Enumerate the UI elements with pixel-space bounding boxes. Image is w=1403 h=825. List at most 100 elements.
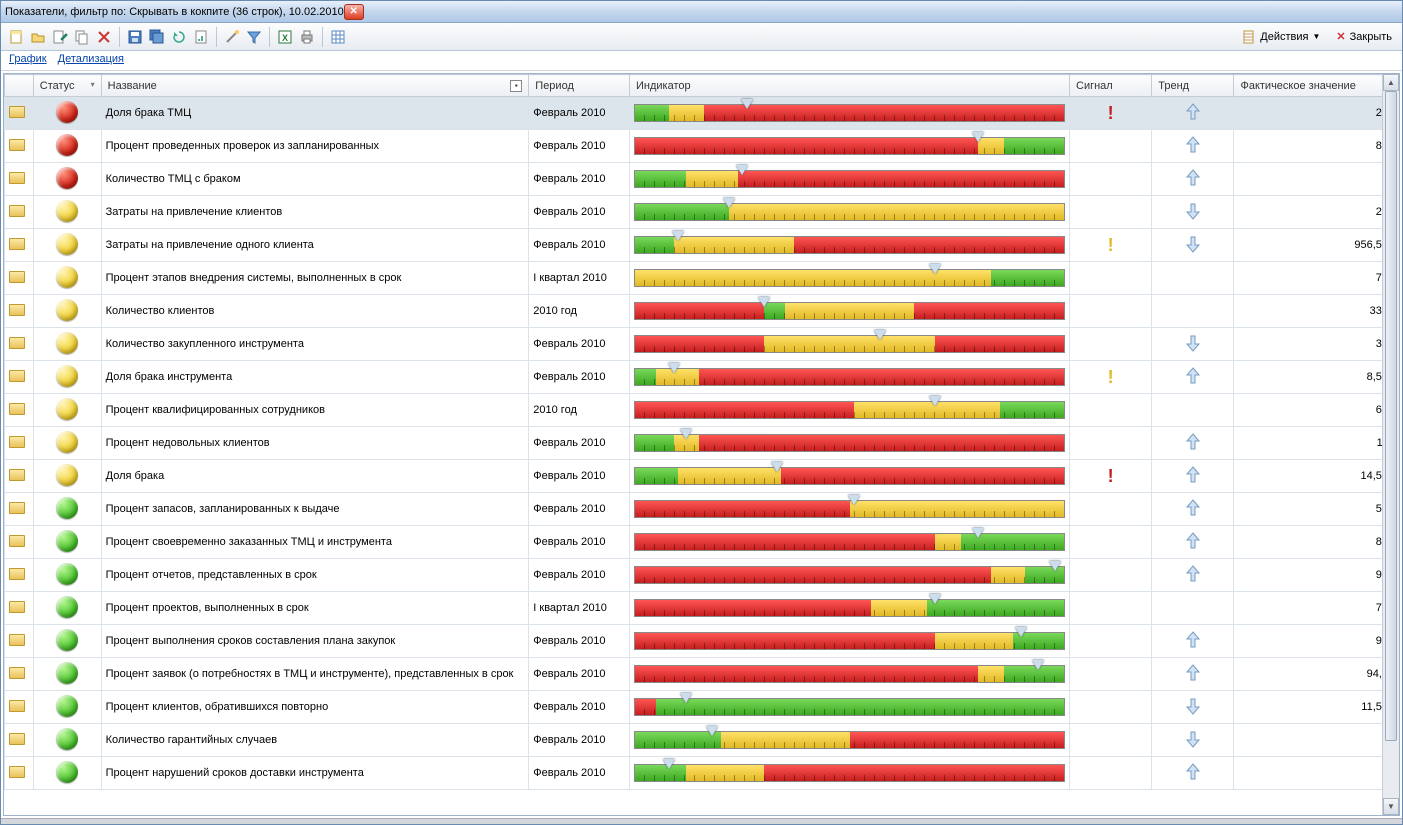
- grid-icon[interactable]: [329, 28, 347, 46]
- table-row[interactable]: Доля брака инструмента Февраль 2010 ! 8,…: [5, 361, 1399, 394]
- cell-folder[interactable]: [5, 295, 34, 328]
- cell-period: Февраль 2010: [529, 97, 630, 130]
- cell-period: Февраль 2010: [529, 625, 630, 658]
- cell-folder[interactable]: [5, 559, 34, 592]
- delete-icon[interactable]: [95, 28, 113, 46]
- table-row[interactable]: Доля брака Февраль 2010 ! 14,55: [5, 460, 1399, 493]
- folder-icon: [9, 700, 25, 712]
- close-button[interactable]: ✕ Закрыть: [1332, 28, 1396, 45]
- table-row[interactable]: Количество клиентов 2010 год 333: [5, 295, 1399, 328]
- table-row[interactable]: Доля брака ТМЦ Февраль 2010 ! 25: [5, 97, 1399, 130]
- indicator-bar: [634, 269, 1065, 287]
- cell-signal: [1070, 691, 1152, 724]
- trend-up-icon: [1185, 630, 1201, 650]
- col-folder[interactable]: [5, 75, 34, 97]
- report-icon[interactable]: [192, 28, 210, 46]
- table-row[interactable]: Процент выполнения сроков составления пл…: [5, 625, 1399, 658]
- status-yellow-icon: [56, 266, 78, 288]
- cell-status: [33, 427, 101, 460]
- cell-folder[interactable]: [5, 130, 34, 163]
- table-row[interactable]: Процент нарушений сроков доставки инстру…: [5, 757, 1399, 790]
- actions-label: Действия: [1260, 31, 1308, 43]
- open-icon[interactable]: [29, 28, 47, 46]
- cell-folder[interactable]: [5, 361, 34, 394]
- cell-name: Процент проектов, выполненных в срок: [101, 592, 529, 625]
- col-indicator[interactable]: Индикатор: [630, 75, 1070, 97]
- table-row[interactable]: Процент запасов, запланированных к выдач…: [5, 493, 1399, 526]
- status-green-icon: [56, 695, 78, 717]
- cell-folder[interactable]: [5, 724, 34, 757]
- cell-signal: [1070, 757, 1152, 790]
- new-icon[interactable]: [7, 28, 25, 46]
- cell-folder[interactable]: [5, 328, 34, 361]
- filter-icon[interactable]: [245, 28, 263, 46]
- col-value[interactable]: Фактическое значение: [1234, 75, 1399, 97]
- table-row[interactable]: Процент отчетов, представленных в срок Ф…: [5, 559, 1399, 592]
- cell-name: Процент запасов, запланированных к выдач…: [101, 493, 529, 526]
- link-chart[interactable]: График: [9, 53, 47, 65]
- table-row[interactable]: Затраты на привлечение клиентов Февраль …: [5, 196, 1399, 229]
- cell-folder[interactable]: [5, 196, 34, 229]
- copy-icon[interactable]: [73, 28, 91, 46]
- wizard-icon[interactable]: [223, 28, 241, 46]
- table-row[interactable]: Процент квалифицированных сотрудников 20…: [5, 394, 1399, 427]
- table-row[interactable]: Процент недовольных клиентов Февраль 201…: [5, 427, 1399, 460]
- indicator-bar: [634, 467, 1065, 485]
- table-row[interactable]: Количество закупленного инструмента Февр…: [5, 328, 1399, 361]
- cell-status: [33, 163, 101, 196]
- table-row[interactable]: Количество гарантийных случаев Февраль 2…: [5, 724, 1399, 757]
- print-icon[interactable]: [298, 28, 316, 46]
- cell-folder[interactable]: [5, 394, 34, 427]
- col-signal[interactable]: Сигнал: [1070, 75, 1152, 97]
- cell-folder[interactable]: [5, 262, 34, 295]
- table-row[interactable]: Процент проектов, выполненных в срок I к…: [5, 592, 1399, 625]
- actions-dropdown[interactable]: Действия ▼: [1238, 28, 1324, 46]
- link-detail[interactable]: Детализация: [58, 53, 124, 65]
- saveall-icon[interactable]: [148, 28, 166, 46]
- filter-indicator-icon[interactable]: ▪: [510, 80, 522, 92]
- scroll-up-icon[interactable]: ▲: [1383, 74, 1399, 91]
- cell-trend: [1152, 592, 1234, 625]
- scroll-down-icon[interactable]: ▼: [1383, 798, 1399, 815]
- cell-period: 2010 год: [529, 394, 630, 427]
- cell-folder[interactable]: [5, 97, 34, 130]
- cell-folder[interactable]: [5, 427, 34, 460]
- cell-folder[interactable]: [5, 625, 34, 658]
- cell-folder[interactable]: [5, 460, 34, 493]
- cell-signal: [1070, 592, 1152, 625]
- cell-folder[interactable]: [5, 757, 34, 790]
- scroll-thumb[interactable]: [1385, 91, 1397, 741]
- cell-value: 90: [1234, 625, 1399, 658]
- excel-icon[interactable]: X: [276, 28, 294, 46]
- vertical-scrollbar[interactable]: ▲ ▼: [1382, 74, 1399, 815]
- col-period[interactable]: Период: [529, 75, 630, 97]
- table-row[interactable]: Процент этапов внедрения системы, выполн…: [5, 262, 1399, 295]
- cell-folder[interactable]: [5, 493, 34, 526]
- cell-value: 8,57: [1234, 361, 1399, 394]
- save-icon[interactable]: [126, 28, 144, 46]
- cell-folder[interactable]: [5, 163, 34, 196]
- cell-folder[interactable]: [5, 229, 34, 262]
- table-row[interactable]: Процент клиентов, обратившихся повторно …: [5, 691, 1399, 724]
- cell-folder[interactable]: [5, 691, 34, 724]
- table-row[interactable]: Процент проведенных проверок из запланир…: [5, 130, 1399, 163]
- col-status[interactable]: Статус▾: [33, 75, 101, 97]
- cell-value: 98: [1234, 559, 1399, 592]
- cell-value: 4: [1234, 724, 1399, 757]
- refresh-icon[interactable]: [170, 28, 188, 46]
- table-row[interactable]: Затраты на привлечение одного клиента Фе…: [5, 229, 1399, 262]
- indicator-bar: [634, 335, 1065, 353]
- cell-indicator: [630, 328, 1070, 361]
- cell-folder[interactable]: [5, 658, 34, 691]
- window-close-button[interactable]: ✕: [344, 4, 364, 20]
- edit-icon[interactable]: [51, 28, 69, 46]
- scroll-track[interactable]: [1383, 91, 1399, 798]
- cell-name: Доля брака ТМЦ: [101, 97, 529, 130]
- cell-folder[interactable]: [5, 592, 34, 625]
- table-row[interactable]: Процент заявок (о потребностях в ТМЦ и и…: [5, 658, 1399, 691]
- table-row[interactable]: Количество ТМЦ с браком Февраль 2010 5: [5, 163, 1399, 196]
- cell-folder[interactable]: [5, 526, 34, 559]
- table-row[interactable]: Процент своевременно заказанных ТМЦ и ин…: [5, 526, 1399, 559]
- col-trend[interactable]: Тренд: [1152, 75, 1234, 97]
- col-name[interactable]: Название▪: [101, 75, 529, 97]
